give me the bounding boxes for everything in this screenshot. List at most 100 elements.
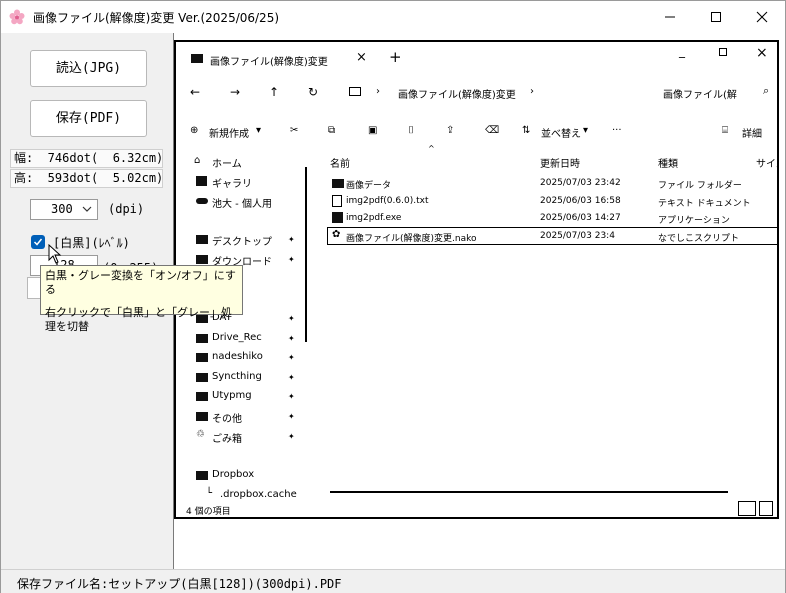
file-name-2: img2pdf.exe <box>346 213 402 223</box>
folder-icon-utypmg <box>196 392 208 401</box>
gallery-icon <box>196 176 207 186</box>
forward-arrow-icon: → <box>230 85 241 99</box>
col-size: サイズ <box>756 159 777 170</box>
nako-file-icon: ✿ <box>332 229 341 240</box>
mono-level-label: [白黒](ﾚﾍﾞﾙ) <box>53 236 130 250</box>
paste-icon: ▣ <box>368 125 378 136</box>
pin-icon-8: ✦ <box>288 412 295 421</box>
explorer-minimize-icon: _ <box>679 44 685 58</box>
close-button[interactable] <box>739 1 785 33</box>
app-window: 画像ファイル(解像度)変更 Ver.(2025/06/25) 読込(JPG) 保… <box>0 0 786 593</box>
window-title: 画像ファイル(解像度)変更 Ver.(2025/06/25) <box>33 11 280 25</box>
nav-trash: ごみ箱 <box>212 434 242 445</box>
pin-icon-2: ✦ <box>288 255 295 264</box>
folder-icon <box>191 54 203 63</box>
address-bar: 画像ファイル(解像度)変更 <box>398 90 516 101</box>
home-icon: ⌂ <box>194 155 201 166</box>
tab-close-icon: × <box>356 50 367 65</box>
chevron-down-icon <box>82 206 92 212</box>
pin-icon-4: ✦ <box>288 334 295 343</box>
pin-icon-7: ✦ <box>288 392 295 401</box>
breadcrumb-chevron-icon-2: › <box>530 86 534 97</box>
details-view-icon[interactable] <box>738 501 756 516</box>
col-type: 種類 <box>658 159 678 170</box>
file-date-3: 2025/07/03 23:4 <box>540 231 615 241</box>
explorer-tab-title: 画像ファイル(解像度)変更 <box>210 57 328 68</box>
title-bar: 画像ファイル(解像度)変更 Ver.(2025/06/25) <box>1 1 785 33</box>
file-date-0: 2025/07/03 23:42 <box>540 178 621 188</box>
explorer-maximize-icon <box>719 48 727 56</box>
file-date-1: 2025/06/03 16:58 <box>540 196 621 206</box>
nav-syncthing: Syncthing <box>212 371 262 382</box>
dropbox-icon <box>196 471 208 480</box>
sort-up-icon: ^ <box>428 144 435 153</box>
nav-scrollbar[interactable] <box>305 167 307 342</box>
details-button-label: 詳細 <box>742 129 762 140</box>
dpi-unit-label: (dpi) <box>108 202 145 216</box>
pin-icon-5: ✦ <box>288 353 295 362</box>
file-name-1: img2pdf(0.6.0).txt <box>346 196 429 206</box>
search-box: 画像ファイル(解 <box>663 90 737 101</box>
more-icon: ··· <box>612 125 622 136</box>
status-text: 保存ファイル名:セットアップ(白黒[128])(300dpi).PDF <box>17 577 342 591</box>
nav-dropbox-cache: .dropbox.cache <box>220 489 297 500</box>
folder-icon-other <box>196 412 208 421</box>
height-info: 高: 593dot( 5.02cm) <box>10 169 163 188</box>
new-button-label: 新規作成 <box>209 129 249 140</box>
sort-chevron-icon: ▾ <box>583 125 589 136</box>
flower-icon <box>9 9 25 25</box>
nav-nadeshiko: nadeshiko <box>212 351 263 362</box>
search-icon: ⌕ <box>763 84 770 97</box>
sort-icon: ⇅ <box>522 125 531 136</box>
file-type-2: アプリケーション <box>658 216 730 226</box>
save-pdf-button[interactable]: 保存(PDF) <box>30 100 147 137</box>
file-date-2: 2025/06/03 14:27 <box>540 213 621 223</box>
pin-icon-6: ✦ <box>288 373 295 382</box>
nav-home: ホーム <box>212 159 242 170</box>
new-plus-icon: ⊕ <box>190 125 199 136</box>
tooltip-line-2: 右クリックで「白黒」と「グレー」処理を切替 <box>45 306 232 333</box>
close-icon <box>756 11 768 23</box>
sort-button-label: 並べ替え <box>541 129 581 140</box>
col-date: 更新日時 <box>540 159 580 170</box>
file-type-0: ファイル フォルダー <box>658 181 742 191</box>
horizontal-scrollbar[interactable] <box>330 491 728 493</box>
tiles-view-icon[interactable] <box>759 501 773 516</box>
cloud-icon <box>196 198 208 204</box>
mono-checkbox[interactable] <box>31 235 45 249</box>
status-bar: 保存ファイル名:セットアップ(白黒[128])(300dpi).PDF <box>1 569 785 593</box>
pin-icon-9: ✦ <box>288 432 295 441</box>
width-info: 幅: 746dot( 6.32cm) <box>10 149 163 168</box>
new-tab-icon: + <box>389 48 402 66</box>
dpi-select[interactable]: 300 <box>30 199 98 220</box>
maximize-icon <box>711 12 721 22</box>
file-type-3: なでしこスクリプト <box>658 234 740 244</box>
text-file-icon <box>332 195 342 207</box>
folder-icon-drive <box>196 334 208 343</box>
details-pane-icon: ⌸ <box>722 125 728 136</box>
maximize-button[interactable] <box>693 1 739 33</box>
pin-icon-3: ✦ <box>288 314 295 323</box>
file-type-1: テキスト ドキュメント <box>658 199 751 209</box>
dpi-value: 300 <box>51 202 73 216</box>
trash-icon: ♲ <box>196 429 205 440</box>
check-icon <box>33 238 43 246</box>
mouse-cursor-icon <box>48 244 62 264</box>
item-count: 4 個の項目 <box>186 507 231 517</box>
tooltip: 白黒・グレー変換を「オン/オフ」にする 右クリックで「白黒」と「グレー」処理を切… <box>40 265 243 333</box>
share-icon: ⇪ <box>446 125 455 136</box>
preview-image: 画像ファイル(解像度)変更 × + _ × ← → ↑ ↻ › 画像ファイル(解… <box>174 40 779 519</box>
folder-file-icon <box>332 179 344 188</box>
rename-icon: ⌷ <box>408 125 414 136</box>
new-chevron-icon: ▾ <box>256 125 262 136</box>
file-name-3: 画像ファイル(解像度)変更.nako <box>346 234 477 244</box>
download-icon <box>196 255 208 264</box>
nav-gallery: ギャラリ <box>212 179 252 190</box>
nav-dropbox: Dropbox <box>212 469 255 480</box>
file-name-0: 画像データ <box>346 181 392 191</box>
read-jpg-button[interactable]: 読込(JPG) <box>30 50 147 87</box>
folder-icon-nadeshiko <box>196 353 208 362</box>
refresh-icon: ↻ <box>308 85 319 99</box>
minimize-button[interactable] <box>647 1 693 33</box>
explorer-close-icon: × <box>756 45 768 61</box>
